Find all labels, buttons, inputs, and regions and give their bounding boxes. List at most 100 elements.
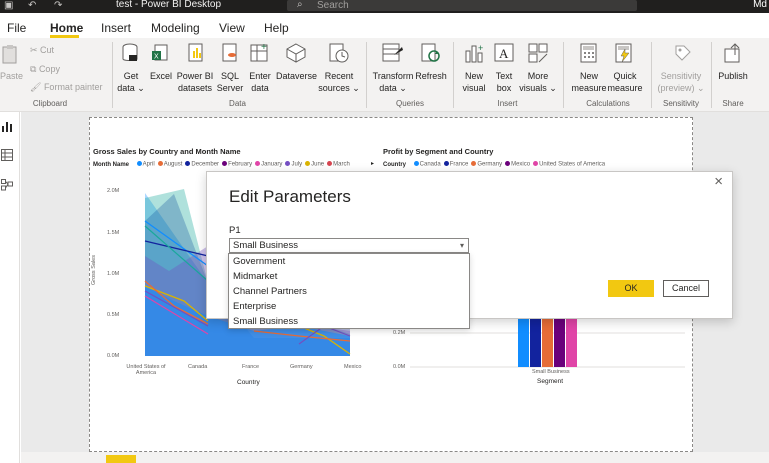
menu-help[interactable]: Help	[264, 21, 289, 35]
left-visual-legend: Month Name April August December February Ja…	[93, 161, 350, 168]
x-tick: Small Business	[532, 369, 570, 375]
quick-measure-icon	[615, 43, 632, 63]
legend-dot	[305, 161, 311, 166]
publish-button[interactable]: Publish	[714, 70, 752, 82]
legend-dot	[222, 161, 228, 166]
legend-item[interactable]: June	[311, 162, 324, 168]
menu-file[interactable]: File	[7, 21, 26, 35]
legend-scroll-icon[interactable]: ▸	[371, 160, 374, 167]
undo-icon[interactable]: ↶	[28, 0, 36, 11]
legend-dot	[185, 161, 191, 166]
excel-icon: X	[152, 44, 168, 61]
enter-data-icon: +	[250, 42, 268, 62]
legend-item[interactable]: Mexico	[511, 162, 530, 168]
menu-modeling[interactable]: Modeling	[151, 21, 200, 35]
parameter-options-list: Government Midmarket Channel Partners En…	[228, 253, 470, 329]
search-input[interactable]: ⌕ Search	[287, 0, 637, 11]
legend-item[interactable]: December	[191, 162, 219, 168]
menu-insert[interactable]: Insert	[101, 21, 131, 35]
parameter-select[interactable]: Small Business ▾	[229, 238, 469, 253]
ribbon-separator	[651, 42, 652, 108]
legend-item[interactable]: April	[143, 162, 155, 168]
save-icon[interactable]: ▣	[4, 0, 13, 11]
group-share: Share	[722, 99, 744, 108]
legend-item[interactable]: January	[261, 162, 282, 168]
option-item[interactable]: Government	[229, 254, 469, 269]
legend-item[interactable]: United States of America	[539, 162, 605, 168]
option-item[interactable]: Midmarket	[229, 269, 469, 284]
get-data-button[interactable]: Get data ⌄	[115, 70, 147, 94]
copy-button[interactable]: ⧉ Copy	[30, 64, 60, 75]
format-painter-icon: 🖌	[30, 82, 44, 92]
close-icon[interactable]: ×	[714, 173, 723, 190]
page-tab[interactable]	[106, 455, 136, 463]
sensitivity-button[interactable]: Sensitivity (preview) ⌄	[655, 70, 707, 94]
group-queries: Queries	[395, 99, 424, 108]
parameter-label: P1	[229, 225, 241, 236]
group-clipboard: Clipboard	[32, 99, 68, 108]
new-measure-button[interactable]: New measure	[570, 70, 608, 94]
format-painter-button[interactable]: 🖌 Format painter	[30, 82, 102, 93]
option-item[interactable]: Channel Partners	[229, 284, 469, 299]
cancel-button[interactable]: Cancel	[663, 280, 709, 297]
y-tick: 1.5M	[107, 230, 120, 236]
y-tick: 0.0M	[107, 353, 120, 359]
legend-item[interactable]: February	[228, 162, 252, 168]
bar-canada	[518, 318, 529, 367]
ribbon: Paste ✂ Cut ⧉ Copy 🖌 Format painter Clip…	[0, 38, 769, 112]
ribbon-separator	[366, 42, 367, 108]
text-box-button[interactable]: Text box	[490, 70, 518, 94]
text-box-icon: A	[494, 43, 514, 62]
legend-item[interactable]: Germany	[477, 162, 502, 168]
power-bi-datasets-button[interactable]: Power BI datasets	[176, 70, 214, 94]
cut-button[interactable]: ✂ Cut	[30, 45, 54, 56]
menu-home[interactable]: Home	[50, 21, 83, 35]
excel-button[interactable]: Excel	[147, 70, 175, 82]
title-bar: ▣ ↶ ↷ test - Power BI Desktop ⌕ Search M…	[0, 0, 769, 13]
model-view-icon[interactable]	[1, 179, 13, 191]
option-item[interactable]: Small Business	[229, 314, 469, 329]
copy-label: Copy	[38, 64, 60, 74]
legend-dot	[413, 161, 419, 166]
option-item[interactable]: Enterprise	[229, 299, 469, 314]
new-visual-icon: +	[465, 43, 483, 63]
legend-item[interactable]: August	[164, 162, 183, 168]
selected-value: Small Business	[233, 240, 298, 251]
search-icon: ⌕	[297, 0, 303, 10]
more-visuals-button[interactable]: More visuals ⌄	[518, 70, 558, 94]
legend-item[interactable]: July	[291, 162, 302, 168]
right-visual-title: Profit by Segment and Country	[383, 147, 494, 156]
menu-bar: File Home Insert Modeling View Help	[0, 13, 769, 38]
report-view-icon[interactable]	[1, 120, 13, 132]
enter-data-button[interactable]: Enter data	[246, 70, 274, 94]
ribbon-separator	[453, 42, 454, 108]
window-title: test - Power BI Desktop	[116, 0, 222, 10]
recent-sources-button[interactable]: Recent sources ⌄	[318, 70, 360, 94]
refresh-button[interactable]: Refresh	[414, 70, 448, 82]
dataverse-button[interactable]: Dataverse	[276, 70, 317, 82]
legend-item[interactable]: France	[450, 162, 469, 168]
quick-measure-button[interactable]: Quick measure	[605, 70, 645, 94]
legend-item[interactable]: March	[333, 162, 350, 168]
sql-server-button[interactable]: SQL Server	[216, 70, 244, 94]
y-tick: 2.0M	[107, 188, 120, 194]
right-visual-legend: Country Canada France Germany Mexico United …	[383, 161, 605, 168]
legend-dot	[285, 161, 291, 166]
legend-dot	[157, 161, 163, 166]
sql-server-icon	[222, 43, 237, 62]
user-initials[interactable]: Md	[753, 0, 767, 11]
legend-title: Month Name	[93, 161, 129, 168]
paste-button[interactable]: Paste	[0, 70, 23, 82]
svg-text:+: +	[261, 42, 267, 53]
legend-item[interactable]: Canada	[420, 162, 441, 168]
ok-button[interactable]: OK	[608, 280, 654, 297]
left-visual-title: Gross Sales by Country and Month Name	[93, 147, 241, 156]
redo-icon[interactable]: ↷	[54, 0, 62, 11]
cut-icon: ✂	[30, 45, 41, 55]
refresh-icon	[421, 43, 440, 62]
data-view-icon[interactable]	[1, 149, 13, 161]
menu-view[interactable]: View	[219, 21, 245, 35]
left-nav	[0, 112, 20, 463]
transform-data-button[interactable]: Transform data ⌄	[372, 70, 414, 94]
new-visual-button[interactable]: New visual	[459, 70, 489, 94]
